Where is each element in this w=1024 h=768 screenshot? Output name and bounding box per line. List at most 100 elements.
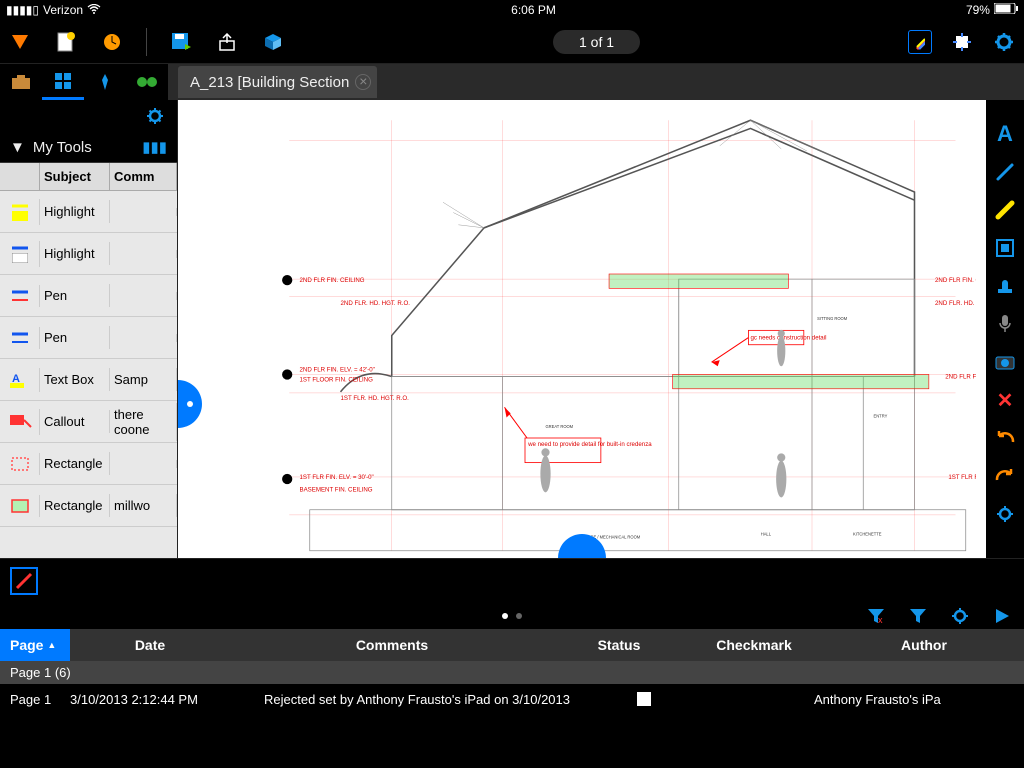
list-item[interactable]: Callout there coone <box>0 401 177 443</box>
filter-button[interactable] <box>906 604 930 628</box>
signal-icon: ▮▮▮▮▯ <box>6 3 39 17</box>
tools-panel: ▼ My Tools ▮▮▮ Subject Comm Highlight Hi… <box>0 100 178 558</box>
close-tab-icon[interactable]: × <box>355 74 371 90</box>
list-group-header[interactable]: Page 1 (6) <box>0 661 1024 684</box>
svg-text:1ST FLR FIN. ELV. = 30'-0": 1ST FLR FIN. ELV. = 30'-0" <box>300 474 374 481</box>
camera-tool[interactable] <box>993 350 1017 374</box>
cell-author: Anthony Frausto's iPa <box>814 692 1014 707</box>
main-area: ▼ My Tools ▮▮▮ Subject Comm Highlight Hi… <box>0 100 1024 558</box>
svg-text:we need to provide detail for: we need to provide detail for built-in c… <box>527 441 652 448</box>
new-doc-button[interactable] <box>54 30 78 54</box>
list-item[interactable]: Rectangle <box>0 443 177 485</box>
document-tab[interactable]: A_213 [Building Section × <box>178 66 377 98</box>
list-item[interactable]: Pen <box>0 275 177 317</box>
col-date[interactable]: Date <box>70 637 230 653</box>
active-tool-strip <box>0 558 1024 603</box>
shape-tool[interactable] <box>993 236 1017 260</box>
thumbnails-tab[interactable] <box>42 64 84 100</box>
pager-dot[interactable] <box>516 613 522 619</box>
col-checkmark[interactable]: Checkmark <box>684 637 824 653</box>
svg-text:2ND FLR FIN.: 2ND FLR FIN. <box>945 374 976 381</box>
markup-toolbar: A ✕ <box>986 100 1024 558</box>
svg-text:SITTING ROOM: SITTING ROOM <box>817 316 848 321</box>
table-row[interactable]: Page 1 3/10/2013 2:12:44 PM Rejected set… <box>0 684 1024 744</box>
svg-text:2ND FLR. HD. HGT. R.O.: 2ND FLR. HD. HGT. R.O. <box>341 300 411 307</box>
fit-view-button[interactable] <box>950 30 974 54</box>
col-author[interactable]: Author <box>824 637 1024 653</box>
tool-settings-button[interactable] <box>993 502 1017 526</box>
tools-table: Subject Comm Highlight Highlight Pen Pen <box>0 163 177 558</box>
3d-view-button[interactable] <box>261 30 285 54</box>
list-item[interactable]: Highlight <box>0 233 177 275</box>
tools-header: Subject Comm <box>0 163 177 191</box>
list-item[interactable]: Pen <box>0 317 177 359</box>
col-page[interactable]: Page ▲ <box>0 629 70 661</box>
col-comments[interactable]: Comments <box>230 637 554 653</box>
active-tool-thumb[interactable] <box>10 567 38 595</box>
markup-list-header: Page ▲ Date Comments Status Checkmark Au… <box>0 629 1024 661</box>
list-item[interactable]: A Text Box Samp <box>0 359 177 401</box>
status-bar: ▮▮▮▮▯ Verizon 6:06 PM 79% <box>0 0 1024 20</box>
pins-tab[interactable] <box>84 64 126 100</box>
places-tab[interactable] <box>126 64 168 100</box>
pager-dot[interactable] <box>502 613 508 619</box>
list-item[interactable]: Highlight <box>0 191 177 233</box>
svg-text:1ST FLR. HD. HGT. R.O.: 1ST FLR. HD. HGT. R.O. <box>341 395 410 402</box>
pen-tool[interactable] <box>993 160 1017 184</box>
divider <box>146 28 147 56</box>
battery-icon <box>994 3 1018 17</box>
mic-tool[interactable] <box>993 312 1017 336</box>
panel-settings-icon[interactable] <box>143 104 167 128</box>
svg-text:gc needs construction detail: gc needs construction detail <box>751 335 827 342</box>
expand-icon: ▼ <box>10 139 25 156</box>
menu-button[interactable] <box>8 30 32 54</box>
filter-clear-button[interactable]: x <box>864 604 888 628</box>
undo-button[interactable] <box>993 426 1017 450</box>
col-status[interactable]: Status <box>554 637 684 653</box>
panel-title-row[interactable]: ▼ My Tools ▮▮▮ <box>0 132 177 163</box>
cell-page: Page 1 <box>10 692 70 707</box>
document-tab-bar: A_213 [Building Section × <box>168 64 1024 100</box>
columns-icon[interactable]: ▮▮▮ <box>142 138 167 156</box>
cell-comments: Rejected set by Anthony Frausto's iPad o… <box>240 692 594 707</box>
svg-text:ENTRY: ENTRY <box>874 414 888 419</box>
pager: x <box>0 603 1024 629</box>
page-indicator[interactable]: 1 of 1 <box>553 30 640 54</box>
list-item[interactable]: Rectangle millwo <box>0 485 177 527</box>
app-toolbar: 1 of 1 <box>0 20 1024 64</box>
carrier-label: Verizon <box>43 3 83 17</box>
tab-title: A_213 [Building Section <box>190 74 349 91</box>
cell-status <box>594 692 694 706</box>
svg-text:KITCHENETTE: KITCHENETTE <box>853 531 882 536</box>
highlighter-tool[interactable] <box>993 198 1017 222</box>
battery-pct: 79% <box>966 3 990 17</box>
svg-text:1ST FLOOR FIN. CEILING: 1ST FLOOR FIN. CEILING <box>300 377 374 384</box>
drawing-canvas[interactable]: we need to provide detail for built-in c… <box>178 100 986 558</box>
svg-text:2ND FLR FIN. CEILING: 2ND FLR FIN. CEILING <box>300 277 365 284</box>
svg-text:2ND FLR. HD. HGT. R.O.: 2ND FLR. HD. HGT. R.O. <box>935 300 976 307</box>
list-settings-button[interactable] <box>948 604 972 628</box>
sub-toolbar: A_213 [Building Section × <box>0 64 1024 100</box>
building-section-drawing: we need to provide detail for built-in c… <box>238 110 976 558</box>
toolchest-tab[interactable] <box>0 64 42 100</box>
share-button[interactable] <box>215 30 239 54</box>
svg-text:GREAT ROOM: GREAT ROOM <box>546 424 574 429</box>
status-checkbox[interactable] <box>637 692 651 706</box>
svg-text:HALL: HALL <box>761 531 772 536</box>
panel-title: My Tools <box>33 139 92 156</box>
delete-tool[interactable]: ✕ <box>993 388 1017 412</box>
clock: 6:06 PM <box>511 3 556 17</box>
revisions-button[interactable] <box>100 30 124 54</box>
redo-button[interactable] <box>993 464 1017 488</box>
svg-text:2ND FLR FIN. CEILING: 2ND FLR FIN. CEILING <box>935 277 976 284</box>
stamp-tool[interactable] <box>993 274 1017 298</box>
svg-text:x: x <box>878 615 883 624</box>
wifi-icon <box>87 3 101 17</box>
text-tool[interactable]: A <box>993 122 1017 146</box>
svg-text:2ND FLR FIN. ELV. = 42'-0": 2ND FLR FIN. ELV. = 42'-0" <box>300 366 375 373</box>
markup-tools-button[interactable] <box>908 30 932 54</box>
svg-text:1ST FLR FIN.: 1ST FLR FIN. <box>948 474 976 481</box>
settings-button[interactable] <box>992 30 1016 54</box>
play-button[interactable] <box>990 604 1014 628</box>
save-button[interactable] <box>169 30 193 54</box>
